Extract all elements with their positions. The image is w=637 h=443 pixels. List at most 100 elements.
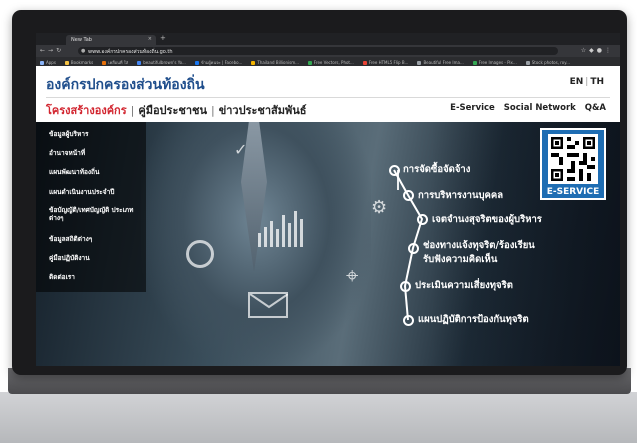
bookmark-icon bbox=[525, 61, 530, 65]
close-tab-icon[interactable]: × bbox=[148, 36, 152, 42]
bookmark-item[interactable]: beautifulbrown's Yo... bbox=[137, 60, 186, 65]
bookmark-icon bbox=[102, 61, 107, 65]
bookmark-label: Thailand Billionism... bbox=[257, 60, 299, 65]
bookmark-item[interactable]: Free HTML5 Flip B... bbox=[362, 60, 409, 65]
sidebar-item-work-manual[interactable]: คู่มือปฏิบัติงาน bbox=[49, 254, 139, 262]
bookmark-icon bbox=[137, 61, 142, 65]
navigation-buttons: ←→↻ bbox=[40, 47, 64, 54]
site-title[interactable]: องค์กรปกครองส่วนท้องถิ่น bbox=[46, 74, 205, 96]
bookmark-label: beautifulbrown's Yo... bbox=[143, 60, 186, 65]
nav-item-qa[interactable]: Q&A bbox=[585, 103, 606, 113]
browser-tab-strip: New Tab × + bbox=[36, 33, 620, 51]
link-bullet bbox=[403, 190, 414, 201]
envelope-icon bbox=[248, 292, 289, 318]
star-icon[interactable]: ☆ bbox=[581, 47, 589, 54]
hero-banner: ⌖ ⚙ ✓ ข้อมูลผู้บริหาร อำนาจหน้าที่ แผนพั… bbox=[36, 122, 620, 366]
bookmark-item[interactable]: Free Images - Pix... bbox=[472, 60, 517, 65]
browser-tab[interactable]: New Tab × bbox=[66, 35, 156, 45]
nav-item-organization[interactable]: โครงสร้างองค์กร bbox=[46, 104, 127, 117]
sidebar-item-authority[interactable]: อำนาจหน้าที่ bbox=[49, 149, 139, 157]
bookmark-item[interactable]: Bookmarks bbox=[64, 60, 94, 65]
bookmark-item[interactable]: Apps bbox=[40, 60, 56, 65]
extension-icon[interactable]: ◆ bbox=[589, 47, 597, 54]
monitor-stand bbox=[0, 392, 637, 443]
bookmark-item[interactable]: Free Vectors, Phot... bbox=[307, 60, 354, 65]
sidebar-item-statistics[interactable]: ข้อมูลสถิติต่างๆ bbox=[49, 235, 139, 243]
bar-graph-icon bbox=[258, 207, 318, 247]
monitor: New Tab × + ←→↻ ● www.องค์กรปกครองส่วนท้… bbox=[0, 0, 637, 443]
link-report-corruption[interactable]: ช่องทางแจ้งทุจริต/ร้องเรียน bbox=[423, 238, 535, 253]
language-switch: EN | TH bbox=[570, 77, 604, 87]
magnifier-icon bbox=[186, 240, 214, 268]
web-page: องค์กรปกครองส่วนท้องถิ่น EN | TH โครงสร้าง… bbox=[36, 66, 620, 366]
screen: New Tab × + ←→↻ ● www.องค์กรปกครองส่วนท้… bbox=[36, 33, 620, 366]
nav-item-citizen-manual[interactable]: คู่มือประชาชน bbox=[138, 104, 207, 117]
sidebar-item-local-plan[interactable]: แผนพัฒนาท้องถิ่น bbox=[49, 168, 139, 176]
link-bullet bbox=[403, 315, 414, 326]
location-pin-icon: ⌖ bbox=[346, 264, 359, 289]
gear-icon: ⚙ bbox=[371, 197, 388, 218]
sidebar-menu: ข้อมูลผู้บริหาร อำนาจหน้าที่ แผนพัฒนาท้อ… bbox=[36, 122, 146, 292]
link-integrity[interactable]: เจตจำนงสุจริตของผู้บริหาร bbox=[432, 212, 542, 227]
bookmark-icon bbox=[472, 61, 477, 65]
bookmark-icon bbox=[194, 61, 199, 65]
bookmark-item[interactable]: Beautiful Free Ima... bbox=[417, 60, 464, 65]
link-feedback[interactable]: รับฟังความคิดเห็น bbox=[423, 252, 497, 267]
bookmark-label: Beautiful Free Ima... bbox=[423, 60, 464, 65]
bookmark-icon bbox=[307, 61, 312, 65]
bookmark-label: Free Vectors, Phot... bbox=[313, 60, 354, 65]
address-bar[interactable]: ● www.องค์กรปกครองส่วนท้องถิ่น.go.th bbox=[78, 47, 558, 55]
profile-icon[interactable]: ● bbox=[597, 47, 605, 54]
bookmark-label: Free Images - Pix... bbox=[478, 60, 517, 65]
e-service-label: E-SERVICE bbox=[546, 187, 600, 197]
bookmarks-bar: Apps Bookmarks เคลื่อนที่ ใส่ beautifulbrow… bbox=[36, 57, 620, 66]
bookmark-icon bbox=[64, 61, 69, 65]
checkmark-icon: ✓ bbox=[234, 140, 248, 159]
qr-code-icon bbox=[548, 134, 598, 184]
extension-icons: ☆◆●⋮ bbox=[581, 47, 614, 54]
nav-item-e-service[interactable]: E-Service bbox=[450, 103, 495, 113]
bookmark-icon bbox=[251, 61, 256, 65]
lang-th-link[interactable]: TH bbox=[590, 77, 604, 87]
bookmark-label: Bookmarks bbox=[70, 60, 94, 65]
bookmark-item[interactable]: เคลื่อนที่ ใส่ bbox=[102, 60, 128, 65]
menu-icon[interactable]: ⋮ bbox=[605, 47, 614, 54]
lang-separator: | bbox=[585, 77, 589, 87]
lock-icon: ● bbox=[81, 48, 86, 54]
sidebar-item-regulations[interactable]: ข้อบัญญัติ/เทศบัญญัติ ประเภทต่างๆ bbox=[49, 206, 139, 222]
sidebar-item-contact[interactable]: ติดต่อเรา bbox=[49, 273, 139, 281]
link-procurement[interactable]: การจัดซื้อจัดจ้าง bbox=[403, 162, 470, 177]
nav-item-news[interactable]: ข่าวประชาสัมพันธ์ bbox=[219, 104, 307, 117]
url-text: www.องค์กรปกครองส่วนท้องถิ่น.go.th bbox=[88, 49, 173, 55]
forward-icon[interactable]: → bbox=[48, 47, 56, 54]
sidebar-item-executives[interactable]: ข้อมูลผู้บริหาร bbox=[49, 130, 139, 138]
nav-separator: | bbox=[211, 104, 215, 117]
bookmark-icon bbox=[40, 61, 44, 65]
bookmark-item[interactable]: ข้ามผู้คนจะ | Facebo... bbox=[194, 60, 243, 65]
tab-title: New Tab bbox=[71, 37, 92, 43]
bookmark-item[interactable]: Thailand Billionism... bbox=[251, 60, 299, 65]
link-bullet bbox=[417, 214, 428, 225]
bookmark-item[interactable]: Stock photos, roy... bbox=[525, 60, 570, 65]
bookmark-icon bbox=[417, 61, 422, 65]
bookmark-label: Apps bbox=[46, 60, 56, 65]
main-nav: โครงสร้างองค์กร | คู่มือประชาชน | ข่าวประชาส… bbox=[46, 101, 306, 117]
bookmark-label: เคลื่อนที่ ใส่ bbox=[108, 60, 129, 65]
e-service-qr-box[interactable]: E-SERVICE bbox=[540, 128, 606, 200]
bookmark-icon bbox=[362, 61, 367, 65]
new-tab-icon[interactable]: + bbox=[160, 34, 166, 42]
link-personnel[interactable]: การบริหารงานบุคคล bbox=[418, 188, 503, 203]
link-bullet bbox=[389, 165, 400, 176]
nav-item-social-network[interactable]: Social Network bbox=[504, 103, 576, 113]
bookmark-label: Stock photos, roy... bbox=[531, 60, 570, 65]
link-anti-corruption-plan[interactable]: แผนปฏิบัติการป้องกันทุจริต bbox=[418, 312, 529, 327]
lang-en-link[interactable]: EN bbox=[570, 77, 584, 87]
browser-toolbar: ←→↻ ● www.องค์กรปกครองส่วนท้องถิ่น.go.th… bbox=[36, 45, 620, 57]
reload-icon[interactable]: ↻ bbox=[56, 47, 64, 54]
back-icon[interactable]: ← bbox=[40, 47, 48, 54]
sidebar-item-annual-plan[interactable]: แผนดำเนินงานประจำปี bbox=[49, 188, 139, 196]
bookmark-label: ข้ามผู้คนจะ | Facebo... bbox=[200, 60, 243, 65]
bookmark-label: Free HTML5 Flip B... bbox=[368, 60, 409, 65]
header-divider bbox=[46, 97, 610, 98]
link-risk-assessment[interactable]: ประเมินความเสี่ยงทุจริต bbox=[415, 278, 513, 293]
